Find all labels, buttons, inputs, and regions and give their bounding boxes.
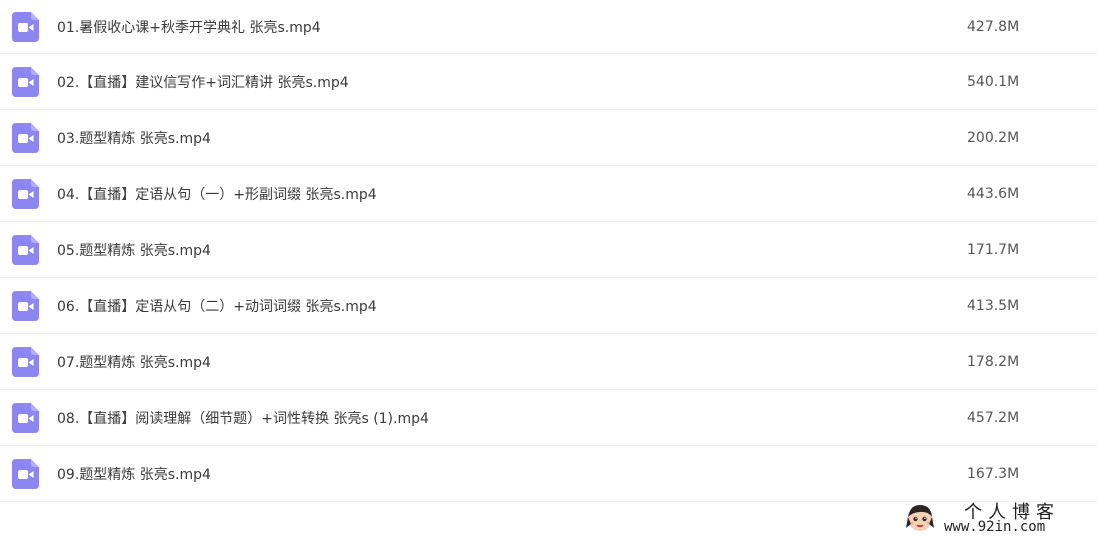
file-name[interactable]: 01.暑假收心课+秋季开学典礼 张亮s.mp4 [57, 17, 321, 37]
file-size: 413.5M [967, 297, 1020, 314]
video-file-icon [12, 122, 39, 153]
file-size: 178.2M [967, 353, 1020, 370]
video-file-icon [12, 290, 39, 321]
file-row[interactable]: 09.题型精炼 张亮s.mp4 167.3M [0, 446, 1097, 502]
file-row[interactable]: 06.【直播】定语从句（二）+动词词缀 张亮s.mp4 413.5M [0, 278, 1097, 334]
blog-watermark: 个人博客 www.92in.com [904, 498, 1089, 538]
file-size: 167.3M [967, 465, 1020, 482]
video-file-icon [12, 402, 39, 433]
video-file-icon [12, 234, 39, 265]
file-name[interactable]: 03.题型精炼 张亮s.mp4 [57, 128, 211, 148]
file-name[interactable]: 08.【直播】阅读理解（细节题）+词性转换 张亮s (1).mp4 [57, 408, 429, 428]
video-file-icon [12, 178, 39, 209]
video-file-icon [12, 66, 39, 97]
file-size: 540.1M [967, 73, 1020, 90]
file-row[interactable]: 05.题型精炼 张亮s.mp4 171.7M [0, 222, 1097, 278]
file-size: 443.6M [967, 185, 1020, 202]
video-file-icon [12, 458, 39, 489]
file-row[interactable]: 04.【直播】定语从句（一）+形副词缀 张亮s.mp4 443.6M [0, 166, 1097, 222]
file-row[interactable]: 07.题型精炼 张亮s.mp4 178.2M [0, 334, 1097, 390]
file-size: 457.2M [967, 409, 1020, 426]
watermark-url: www.92in.com [944, 519, 1046, 535]
file-row[interactable]: 01.暑假收心课+秋季开学典礼 张亮s.mp4 427.8M [0, 0, 1097, 54]
mascot-icon [904, 502, 936, 534]
file-size: 171.7M [967, 241, 1020, 258]
video-file-icon [12, 11, 39, 42]
file-name[interactable]: 09.题型精炼 张亮s.mp4 [57, 464, 211, 484]
file-size: 427.8M [967, 18, 1020, 35]
file-name[interactable]: 05.题型精炼 张亮s.mp4 [57, 240, 211, 260]
video-file-icon [12, 346, 39, 377]
file-name[interactable]: 06.【直播】定语从句（二）+动词词缀 张亮s.mp4 [57, 296, 377, 316]
file-list: 01.暑假收心课+秋季开学典礼 张亮s.mp4 427.8M 02.【直播】建议… [0, 0, 1097, 502]
file-name[interactable]: 04.【直播】定语从句（一）+形副词缀 张亮s.mp4 [57, 184, 377, 204]
file-size: 200.2M [967, 129, 1020, 146]
file-row[interactable]: 03.题型精炼 张亮s.mp4 200.2M [0, 110, 1097, 166]
file-name[interactable]: 02.【直播】建议信写作+词汇精讲 张亮s.mp4 [57, 72, 349, 92]
file-row[interactable]: 08.【直播】阅读理解（细节题）+词性转换 张亮s (1).mp4 457.2M [0, 390, 1097, 446]
file-row[interactable]: 02.【直播】建议信写作+词汇精讲 张亮s.mp4 540.1M [0, 54, 1097, 110]
file-name[interactable]: 07.题型精炼 张亮s.mp4 [57, 352, 211, 372]
